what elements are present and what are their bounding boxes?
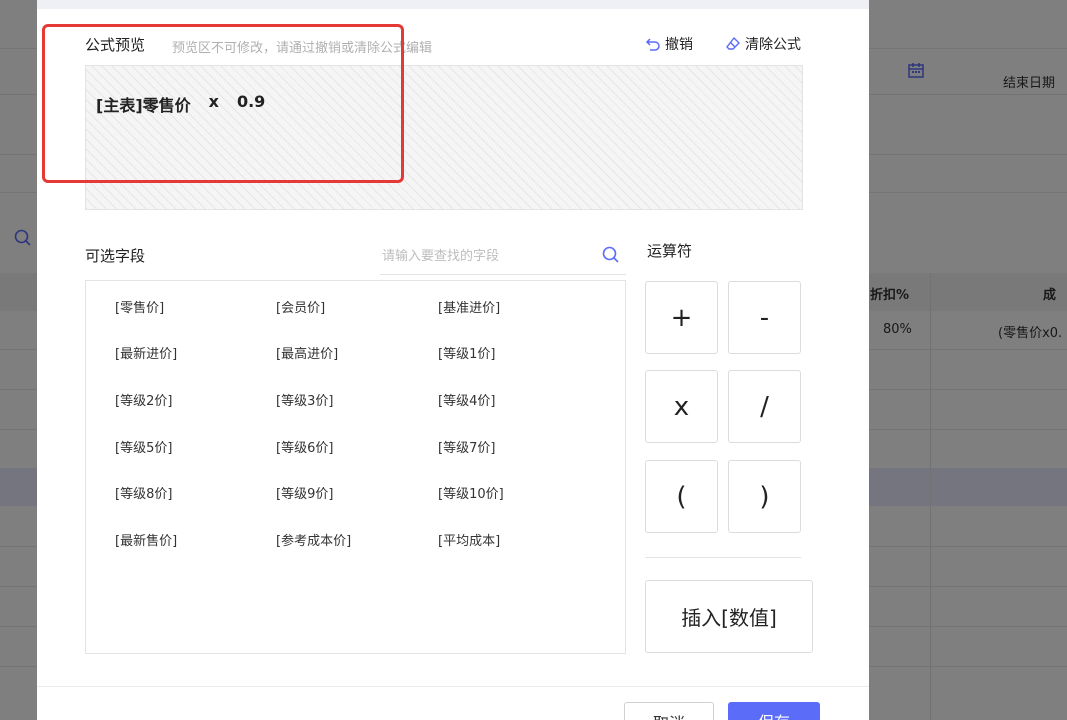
- field-item[interactable]: [会员价]: [276, 297, 325, 316]
- search-icon[interactable]: [602, 246, 620, 264]
- fields-list: [零售价] [会员价] [基准进价] [最新进价] [最高进价] [等级1价] …: [85, 280, 626, 654]
- field-item[interactable]: [等级3价]: [276, 390, 333, 409]
- field-item[interactable]: [等级8价]: [115, 483, 172, 502]
- plus-button[interactable]: +: [645, 281, 718, 354]
- eraser-icon: [725, 36, 741, 52]
- field-item[interactable]: [最新售价]: [115, 530, 177, 549]
- field-item[interactable]: [等级2价]: [115, 390, 172, 409]
- field-item[interactable]: [等级6价]: [276, 437, 333, 456]
- field-search-input[interactable]: [380, 244, 594, 268]
- undo-label: 撤销: [665, 37, 693, 53]
- field-item[interactable]: [等级5价]: [115, 437, 172, 456]
- insert-value-button[interactable]: 插入[数值]: [645, 580, 813, 653]
- cancel-button[interactable]: 取消: [624, 702, 714, 720]
- field-item[interactable]: [等级7价]: [438, 437, 495, 456]
- field-item[interactable]: [基准进价]: [438, 297, 500, 316]
- open-paren-button[interactable]: (: [645, 460, 718, 533]
- field-search: [380, 238, 626, 275]
- dialog-header-strip: [37, 0, 869, 9]
- undo-icon: [645, 36, 661, 52]
- operators-divider: [645, 557, 801, 558]
- field-item[interactable]: [等级9价]: [276, 483, 333, 502]
- field-item[interactable]: [零售价]: [115, 297, 164, 316]
- field-item[interactable]: [最高进价]: [276, 343, 338, 362]
- formula-dialog: 公式预览 预览区不可修改，请通过撤销或清除公式编辑 撤销 清除公式 [主表]零售…: [37, 0, 869, 720]
- field-item[interactable]: [平均成本]: [438, 530, 500, 549]
- multiply-button[interactable]: x: [645, 370, 718, 443]
- field-item[interactable]: [等级1价]: [438, 343, 495, 362]
- field-item[interactable]: [等级4价]: [438, 390, 495, 409]
- close-paren-button[interactable]: ): [728, 460, 801, 533]
- clear-formula-button[interactable]: 清除公式: [725, 34, 801, 54]
- footer-divider: [37, 686, 869, 687]
- field-item[interactable]: [最新进价]: [115, 343, 177, 362]
- minus-button[interactable]: -: [728, 281, 801, 354]
- divide-button[interactable]: /: [728, 370, 801, 443]
- clear-formula-label: 清除公式: [745, 37, 801, 53]
- save-button[interactable]: 保存: [728, 702, 820, 720]
- undo-button[interactable]: 撤销: [645, 34, 693, 54]
- field-item[interactable]: [等级10价]: [438, 483, 504, 502]
- fields-title: 可选字段: [85, 247, 146, 265]
- highlight-box: [42, 24, 404, 183]
- field-item[interactable]: [参考成本价]: [276, 530, 351, 549]
- operators-title: 运算符: [647, 242, 693, 260]
